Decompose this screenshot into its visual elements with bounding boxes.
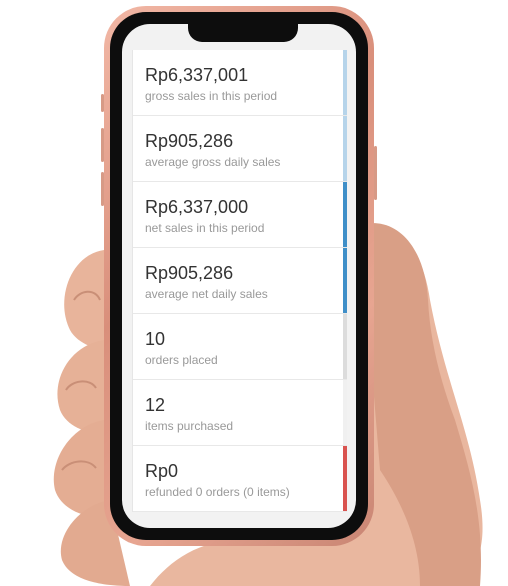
stat-value: Rp6,337,000 (145, 197, 249, 217)
stat-label: items purchased (145, 419, 234, 433)
phone-bezel: Rp6,337,001 gross sales in this period R… (110, 12, 368, 540)
stat-value: 10 (145, 329, 166, 349)
volume-up-button (101, 128, 104, 162)
stat-value: Rp905,286 (145, 131, 234, 151)
stat-color-bar (343, 380, 347, 445)
stat-color-bar (343, 116, 347, 181)
silent-switch (101, 94, 104, 112)
stat-gross-sales[interactable]: Rp6,337,001 gross sales in this period (133, 50, 347, 116)
stat-items-purchased[interactable]: 12 items purchased (133, 380, 347, 446)
stat-label: average gross daily sales (145, 155, 281, 169)
phone-notch (188, 24, 298, 42)
sales-stats-list: Rp6,337,001 gross sales in this period R… (132, 50, 347, 512)
stat-value: Rp6,337,001 (145, 65, 249, 85)
stat-orders-placed[interactable]: 10 orders placed (133, 314, 347, 380)
stat-value: Rp0 (145, 461, 179, 481)
stat-label: gross sales in this period (145, 89, 278, 103)
stat-refunded[interactable]: Rp0 refunded 0 orders (0 items) (133, 446, 347, 512)
stat-label: average net daily sales (145, 287, 268, 301)
stat-label: net sales in this period (145, 221, 265, 235)
power-button (374, 146, 377, 200)
stat-color-bar (343, 446, 347, 511)
stat-average-net-daily-sales[interactable]: Rp905,286 average net daily sales (133, 248, 347, 314)
phone-frame: Rp6,337,001 gross sales in this period R… (101, 6, 377, 546)
phone-screen: Rp6,337,001 gross sales in this period R… (122, 24, 356, 528)
volume-down-button (101, 172, 104, 206)
stat-net-sales[interactable]: Rp6,337,000 net sales in this period (133, 182, 347, 248)
stat-label: orders placed (145, 353, 218, 367)
stat-value: Rp905,286 (145, 263, 234, 283)
stat-color-bar (343, 314, 347, 379)
stat-color-bar (343, 248, 347, 313)
stat-color-bar (343, 50, 347, 115)
stat-value: 12 (145, 395, 166, 415)
stat-color-bar (343, 182, 347, 247)
stat-label: refunded 0 orders (0 items) (145, 485, 290, 499)
stat-average-gross-daily-sales[interactable]: Rp905,286 average gross daily sales (133, 116, 347, 182)
